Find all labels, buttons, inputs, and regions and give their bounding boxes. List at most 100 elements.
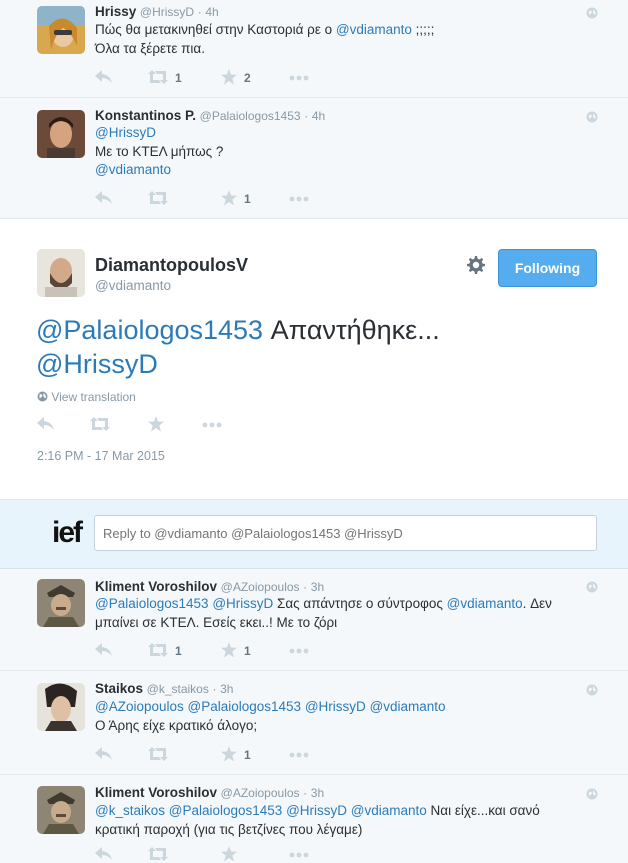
action-count: 2 bbox=[244, 71, 251, 85]
following-button[interactable]: Following bbox=[498, 249, 597, 287]
star-icon[interactable] bbox=[221, 846, 237, 862]
tweet-timestamp[interactable]: 2:16 PM - 17 Mar 2015 bbox=[37, 449, 165, 463]
more-icon[interactable] bbox=[289, 75, 309, 81]
tweet-text-line: @AZoiopoulos @Palaiologos1453 @HrissyD @… bbox=[95, 698, 595, 717]
reply-icon[interactable] bbox=[37, 417, 55, 431]
mention-link[interactable]: @HrissyD bbox=[212, 596, 273, 611]
more-icon[interactable] bbox=[202, 422, 222, 428]
author-handle[interactable]: @AZoiopoulos bbox=[221, 786, 300, 800]
mention-link[interactable]: @HrissyD bbox=[286, 803, 347, 818]
author-name[interactable]: DiamantopoulosV bbox=[95, 255, 248, 276]
action-count: 1 bbox=[175, 71, 182, 85]
retweet-icon[interactable] bbox=[90, 417, 110, 431]
reply-icon[interactable] bbox=[95, 70, 113, 84]
reply-icon[interactable] bbox=[95, 643, 113, 657]
tweet-text: @AZoiopoulos @Palaiologos1453 @HrissyD @… bbox=[95, 698, 595, 735]
avatar[interactable] bbox=[37, 786, 85, 834]
mention-link[interactable]: @vdiamanto bbox=[370, 699, 446, 714]
mention-link[interactable]: @vdiamanto bbox=[447, 596, 523, 611]
mention-link[interactable]: @vdiamanto bbox=[351, 803, 427, 818]
reply-icon[interactable] bbox=[95, 847, 113, 861]
text-segment: Με το ΚΤΕΛ μήπως ? bbox=[95, 143, 224, 159]
star-icon[interactable] bbox=[148, 416, 164, 432]
tweet-time[interactable]: 4h bbox=[205, 5, 218, 19]
avatar[interactable] bbox=[37, 110, 85, 158]
tweet-text: @HrissyD Με το ΚΤΕΛ μήπως ? @vdiamanto bbox=[95, 124, 595, 180]
action-count: 1 bbox=[175, 644, 182, 658]
text-segment: μπαίνει σε ΚΤΕΛ. Εσείς εκει..! Με το ζόρ… bbox=[95, 614, 338, 630]
author-handle[interactable]: @Palaiologos1453 bbox=[200, 109, 301, 123]
reply-icon[interactable] bbox=[95, 747, 113, 761]
tweet[interactable]: Staikos @k_staikos · 3h @AZoiopoulos @Pa… bbox=[0, 671, 628, 775]
avatar[interactable] bbox=[37, 579, 85, 627]
separator-dot: · bbox=[212, 682, 217, 696]
tweet-time[interactable]: 4h bbox=[312, 109, 325, 123]
author-handle[interactable]: @vdiamanto bbox=[95, 278, 171, 293]
star-icon[interactable] bbox=[221, 746, 237, 762]
mention-link[interactable]: @Palaiologos1453 bbox=[36, 315, 263, 345]
mention-link[interactable]: @AZoiopoulos bbox=[95, 699, 184, 714]
more-icon[interactable] bbox=[289, 196, 309, 202]
tweet-time[interactable]: 3h bbox=[311, 580, 324, 594]
author-name[interactable]: Kliment Voroshilov bbox=[95, 579, 217, 594]
tweet[interactable]: Hrissy @HrissyD · 4h Πώς θα μετακινηθεί … bbox=[0, 0, 628, 98]
mention-link[interactable]: @Palaiologos1453 bbox=[188, 699, 302, 714]
text-segment: Πώς θα μετακινηθεί στην Καστοριά ρε ο bbox=[95, 22, 336, 37]
avatar[interactable] bbox=[37, 6, 85, 54]
star-icon[interactable] bbox=[221, 642, 237, 658]
author-handle[interactable]: @HrissyD bbox=[140, 5, 194, 19]
author-name[interactable]: Kliment Voroshilov bbox=[95, 785, 217, 800]
author-name[interactable]: Hrissy bbox=[95, 4, 136, 19]
more-icon[interactable] bbox=[289, 648, 309, 654]
user-logo: ief bbox=[52, 516, 88, 550]
avatar[interactable] bbox=[37, 683, 85, 731]
author-name[interactable]: Staikos bbox=[95, 681, 143, 696]
mention-link[interactable]: @vdiamanto bbox=[336, 22, 412, 37]
tweet-text: @Palaiologos1453 @HrissyD Σας απάντησε ο… bbox=[95, 595, 595, 632]
mention-link[interactable]: @HrissyD bbox=[95, 125, 156, 140]
reply-bar: ief bbox=[0, 500, 628, 569]
author-name[interactable]: Konstantinos P. bbox=[95, 108, 196, 123]
mention-link[interactable]: @k_staikos bbox=[95, 803, 165, 818]
reply-input[interactable] bbox=[94, 515, 597, 551]
mention-link[interactable]: @HrissyD bbox=[36, 349, 158, 379]
author-handle[interactable]: @k_staikos bbox=[147, 682, 209, 696]
tweet[interactable]: Konstantinos P. @Palaiologos1453 · 4h @H… bbox=[0, 98, 628, 219]
gear-icon[interactable] bbox=[466, 255, 486, 275]
globe-icon bbox=[586, 684, 598, 696]
main-tweet: DiamantopoulosV @vdiamanto Following @Pa… bbox=[0, 219, 628, 500]
tweet-header: Hrissy @HrissyD · 4h bbox=[95, 4, 219, 19]
retweet-icon[interactable] bbox=[148, 70, 168, 84]
tweet-text-line: Πώς θα μετακινηθεί στην Καστοριά ρε ο @v… bbox=[95, 21, 595, 40]
globe-icon bbox=[586, 581, 598, 593]
retweet-icon[interactable] bbox=[148, 847, 168, 861]
reply-icon[interactable] bbox=[95, 191, 113, 205]
retweet-icon[interactable] bbox=[148, 747, 168, 761]
avatar[interactable] bbox=[37, 249, 85, 297]
more-icon[interactable] bbox=[289, 752, 309, 758]
tweet-text-line: @HrissyD bbox=[95, 124, 595, 143]
mention-link[interactable]: @Palaiologos1453 bbox=[95, 596, 209, 611]
tweet-text: @k_staikos @Palaiologos1453 @HrissyD @vd… bbox=[95, 802, 595, 839]
text-segment: Όλα τα ξέρετε πια. bbox=[95, 40, 205, 56]
action-count: 1 bbox=[244, 192, 251, 206]
mention-link[interactable]: @HrissyD bbox=[305, 699, 366, 714]
mention-link[interactable]: @Palaiologos1453 bbox=[169, 803, 283, 818]
tweet-body: Απαντήθηκε... bbox=[263, 315, 440, 345]
action-count: 1 bbox=[244, 644, 251, 658]
tweet-time[interactable]: 3h bbox=[220, 682, 233, 696]
tweet[interactable]: Kliment Voroshilov @AZoiopoulos · 3h @Pa… bbox=[0, 569, 628, 671]
retweet-icon[interactable] bbox=[148, 191, 168, 205]
retweet-icon[interactable] bbox=[148, 643, 168, 657]
author-handle[interactable]: @AZoiopoulos bbox=[221, 580, 300, 594]
more-icon[interactable] bbox=[289, 852, 309, 858]
mention-link[interactable]: @vdiamanto bbox=[95, 162, 171, 177]
main-tweet-text: @Palaiologos1453 Απαντήθηκε... @HrissyD bbox=[36, 313, 596, 381]
star-icon[interactable] bbox=[221, 190, 237, 206]
star-icon[interactable] bbox=[221, 69, 237, 85]
tweet[interactable]: Kliment Voroshilov @AZoiopoulos · 3h @k_… bbox=[0, 775, 628, 862]
tweet-header: Konstantinos P. @Palaiologos1453 · 4h bbox=[95, 108, 325, 123]
tweet-time[interactable]: 3h bbox=[311, 786, 324, 800]
separator-dot: · bbox=[303, 786, 308, 800]
view-translation-link[interactable]: View translation bbox=[37, 390, 136, 404]
